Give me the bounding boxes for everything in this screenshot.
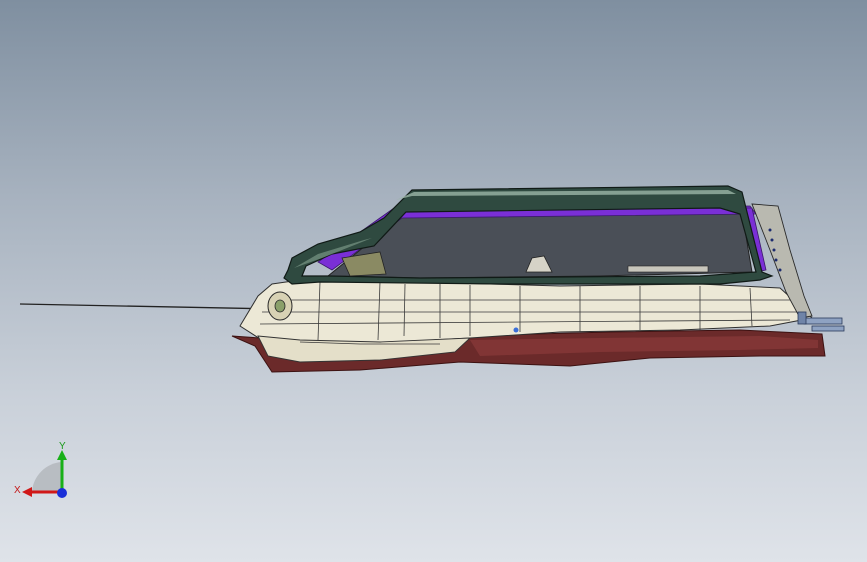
x-axis-arrow [22, 487, 32, 497]
y-axis-label: Y [59, 441, 66, 452]
triad-axes [22, 450, 67, 498]
x-axis-label: X [14, 485, 21, 496]
assembly-model[interactable] [0, 0, 867, 562]
triad-plane [32, 462, 62, 492]
orientation-triad: Y X [10, 440, 80, 510]
leader-line [19, 303, 279, 310]
front-hinge-core [274, 299, 286, 313]
z-axis-dot [57, 488, 67, 498]
inner-rail [627, 265, 709, 273]
cad-viewport[interactable]: Y X [0, 0, 867, 562]
